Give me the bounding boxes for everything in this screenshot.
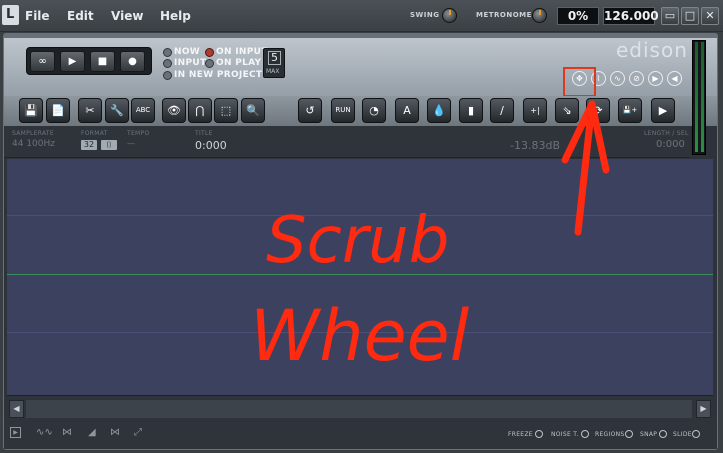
annotation-overlay: Scrub Wheel	[250, 100, 610, 377]
annotation-text-scrub: Scrub	[266, 204, 449, 278]
annotation-text-wheel: Wheel	[250, 295, 470, 377]
